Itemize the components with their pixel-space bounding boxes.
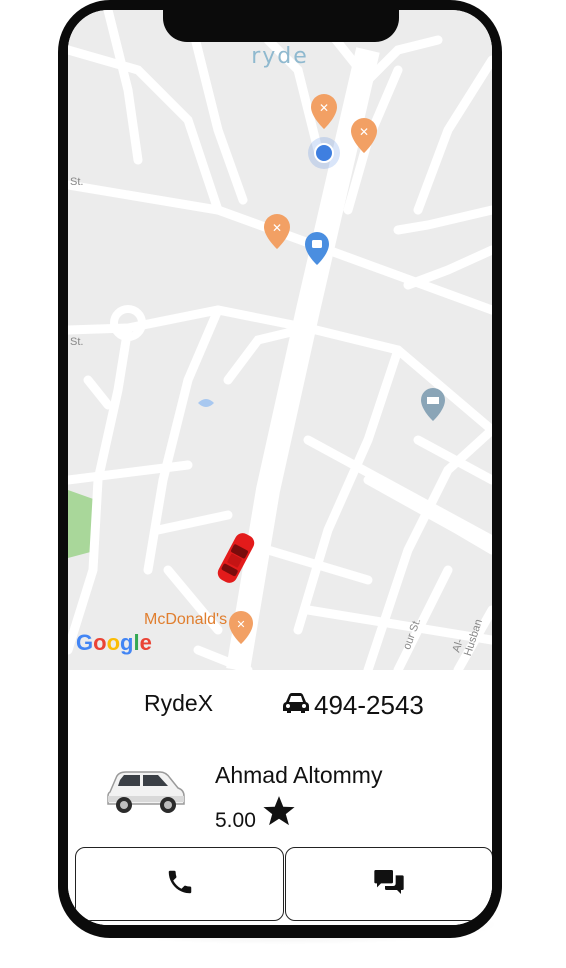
vehicle-image bbox=[106, 762, 186, 823]
driver-rating: 5.00 bbox=[215, 794, 296, 833]
plate-number: 494-2543 bbox=[314, 690, 424, 720]
mcdonalds-label: McDonald's bbox=[144, 611, 228, 628]
svg-text:✕: ✕ bbox=[236, 618, 245, 631]
current-location-marker bbox=[308, 137, 340, 169]
chat-icon bbox=[373, 865, 405, 904]
restaurant-marker-3[interactable]: ✕ bbox=[264, 214, 290, 249]
svg-text:✕: ✕ bbox=[272, 221, 282, 235]
phone-notch bbox=[163, 10, 399, 42]
message-driver-button[interactable] bbox=[285, 847, 492, 921]
map-roads: ✕ ✕ ✕ ✕ bbox=[68, 10, 492, 670]
ryde-logo: ryde bbox=[251, 44, 309, 69]
google-letter: o bbox=[93, 630, 107, 655]
rating-value: 5.00 bbox=[215, 809, 256, 832]
driver-name: Ahmad Altommy bbox=[215, 762, 383, 788]
call-driver-button[interactable] bbox=[75, 847, 284, 921]
map-view[interactable]: ✕ ✕ ✕ ✕ ryde St. St. our St. Al-Husban M… bbox=[68, 10, 492, 670]
google-letter: G bbox=[76, 630, 94, 655]
plate-info: 494-2543 bbox=[282, 690, 424, 721]
svg-text:✕: ✕ bbox=[359, 125, 369, 139]
service-name: RydeX bbox=[144, 690, 214, 716]
google-logo: Google bbox=[76, 630, 152, 656]
phone-icon bbox=[165, 866, 195, 903]
ride-info-panel: RydeX 494-2543 Ahmad Altommy 5.00 bbox=[68, 670, 492, 925]
street-label: St. bbox=[70, 176, 84, 188]
google-letter: e bbox=[139, 630, 152, 655]
google-letter: g bbox=[120, 630, 134, 655]
google-letter: o bbox=[106, 630, 121, 655]
app-screen: ✕ ✕ ✕ ✕ ryde St. St. our St. Al-Husban M… bbox=[68, 10, 492, 925]
car-icon bbox=[282, 692, 310, 719]
street-label: St. bbox=[70, 336, 84, 348]
star-icon bbox=[262, 794, 296, 833]
museum-marker[interactable] bbox=[421, 388, 445, 421]
svg-text:✕: ✕ bbox=[319, 101, 329, 115]
water-area bbox=[198, 399, 214, 407]
